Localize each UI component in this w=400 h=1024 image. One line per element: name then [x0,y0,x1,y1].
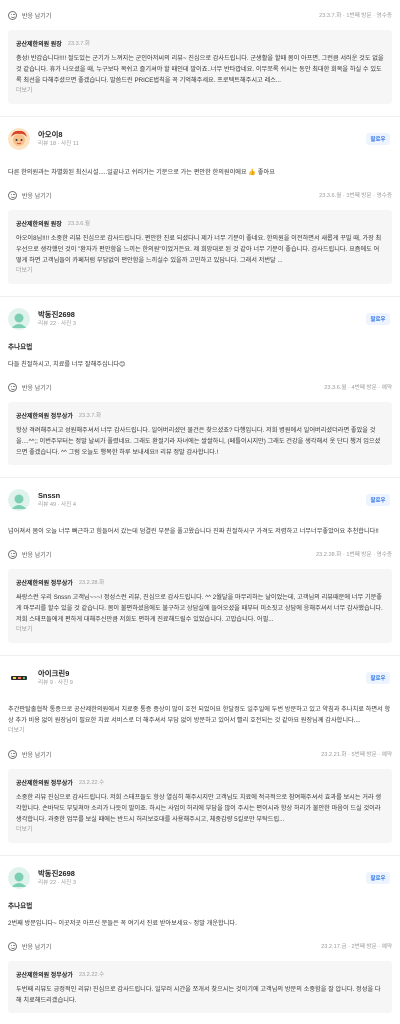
reaction-button[interactable]: 반응 남기기 [8,10,319,20]
reaction-button[interactable]: 반응 남기기 [8,549,316,559]
reviewer-name[interactable]: 박동진2698 [38,869,366,879]
reply-date: 23.2.28.화 [78,580,105,586]
reaction-button[interactable]: 반응 남기기 [8,749,321,759]
avatar-image [8,489,30,511]
reply-owner: 공산제한의원 정무상가 [16,580,73,587]
reaction-button[interactable]: 반응 남기기 [8,941,321,951]
avatar[interactable] [8,308,30,330]
reply-owner: 공산제한의원 원장 [16,41,62,48]
reviewer-name[interactable]: 박동진2698 [38,310,366,320]
reply-date: 23.2.22.수 [78,972,105,978]
reply-more-link[interactable]: 더보기 [16,625,384,636]
reply-owner: 공산제한의원 원장 [16,221,62,228]
treatment-tag: 추나요법 [8,344,33,351]
reaction-label: 반응 남기기 [22,752,52,759]
reaction-label: 반응 남기기 [22,385,52,392]
smile-icon [8,10,17,20]
review-text: 추간판탈출협착 통증으로 공산제한의원에서 치료중 통증 증상이 많이 호전 되… [8,706,391,724]
reply-text: 두번째 리뷰도 긍정적인 리뷰! 진심으로 감사드립니다. 일부러 시간을 쪼개… [16,986,381,1004]
owner-reply: 공산제한의원 정무상가 23.3.7.화 항상 격려해주시고 성원해주셔서 너무… [8,402,392,465]
reaction-label: 반응 남기기 [22,944,52,951]
reviewer-stats: 리뷰 18 · 사진 11 [38,140,79,147]
review-text: 다른 한의원과는 차별화된 최신시설.....일끝나고 쉬러가는 기분으로 가는… [8,169,275,176]
avatar[interactable] [8,667,30,689]
reply-text: 싸랑스런 우리 Snssn 고객님~~~! 정성스런 리뷰, 진심으로 감사드립… [16,594,383,623]
review-item: 박동진2698 리뷰 22 · 사진 3 팔로우 추나요법 다들 친절하시고, … [0,296,400,477]
reply-text: 항상 격려해주시고 성원해주셔서 너무 감사드립니다. 일어버리셨던 물건은 찾… [16,427,381,456]
reaction-button[interactable]: 반응 남기기 [8,382,324,392]
reply-more-link[interactable]: 더보기 [16,266,384,277]
smile-icon [8,549,17,559]
owner-reply: 공산제한의원 원장 23.3.7.화 충성! 반갑습니다!!!! 절도있는 군기… [8,30,392,104]
reply-more-link[interactable]: 더보기 [16,825,384,836]
reply-date: 23.2.22.수 [78,780,105,786]
follow-button[interactable]: 팔로우 [366,313,390,325]
review-item: 아이크린9 리뷰 9 · 사진 9 팔로우 추간판탈출협착 통증으로 공산제한의… [0,655,400,855]
reply-date: 23.3.7.화 [67,41,91,47]
owner-reply: 공산제한의원 정무상가 23.2.22.수 두번째 리뷰도 긍정적인 리뷰! 진… [8,961,392,1013]
visit-info: 23.3.7.화 · 1번째 방문 · 영수증 [319,13,392,19]
reply-text: 소중한 리뷰 진심으로 감사드립니다. 저희 스태프들도 항상 열심히 해주시지… [16,794,382,823]
review-item: 반응 남기기 23.3.7.화 · 1번째 방문 · 영수증 공산제한의원 원장… [0,4,400,116]
smile-icon [8,382,17,392]
smile-icon [8,941,17,951]
avatar[interactable] [8,128,30,150]
reaction-label: 반응 남기기 [22,13,52,20]
reviewer-name[interactable]: 아오이8 [38,130,366,140]
follow-button[interactable]: 팔로우 [366,133,390,145]
treatment-tag: 추나요법 [8,903,33,910]
review-feed: 반응 남기기 23.3.7.화 · 1번째 방문 · 영수증 공산제한의원 원장… [0,0,400,1024]
visit-info: 23.2.28.화 · 1번째 방문 · 영수증 [316,552,392,558]
review-text: 넘어져서 몸이 오늘 너무 뻐근하고 힘들어서 갔는데 덤결린 부분을 풀고왔습… [8,528,379,535]
reviewer-stats: 리뷰 49 · 사진 4 [38,501,76,508]
avatar[interactable] [8,489,30,511]
follow-button[interactable]: 팔로우 [366,672,390,684]
avatar-image [8,128,30,150]
reply-text: 충성! 반갑습니다!!!! 절도있는 군기가 느껴지는 군인아저씨의 리뷰~ 진… [16,55,384,84]
follow-button[interactable]: 팔로우 [366,494,390,506]
reviewer-name[interactable]: Snssn [38,491,366,501]
avatar[interactable] [8,867,30,889]
smile-icon [8,190,17,200]
avatar-image [8,308,30,330]
reply-owner: 공산제한의원 정무상가 [16,413,73,420]
review-item: 박동진2698 리뷰 22 · 사진 3 팔로우 추나요법 2번째 방문입니다~… [0,855,400,1013]
reaction-label: 반응 남기기 [22,193,52,200]
reply-date: 23.3.6.월 [67,221,91,227]
visit-info: 23.3.6.월 · 4번째 방문 · 예약 [324,385,392,391]
reply-date: 23.3.7.화 [78,413,102,419]
review-meta: 반응 남기기 23.3.7.화 · 1번째 방문 · 영수증 [8,4,392,26]
review-more-link[interactable]: 더보기 [8,726,392,737]
follow-button[interactable]: 팔로우 [366,872,390,884]
reviewer-stats: 리뷰 9 · 사진 9 [38,679,73,686]
reply-owner: 공산제한의원 정무상가 [16,780,73,787]
avatar-image [8,667,30,689]
avatar-image [8,867,30,889]
visit-info: 23.2.17.금 · 2번째 방문 · 예약 [321,944,392,950]
reply-more-link[interactable]: 더보기 [16,86,384,97]
owner-reply: 공산제한의원 정무상가 23.2.22.수 소중한 리뷰 진심으로 감사드립니다… [8,769,392,843]
reviewer-stats: 리뷰 22 · 사진 3 [38,879,76,886]
reaction-button[interactable]: 반응 남기기 [8,190,319,200]
reaction-label: 반응 남기기 [22,552,52,559]
reply-owner: 공산제한의원 정무상가 [16,972,73,979]
review-text: 2번째 방문입니다~ 이곳저곳 아프신 분들은 꼭 여기서 진료 받아보세요~ … [8,920,237,927]
review-item: 아오이8 리뷰 18 · 사진 11 팔로우 다른 한의원과는 차별화된 최신시… [0,116,400,296]
review-text: 다들 친절하시고, 치료를 너무 잘해주십니다😊 [8,361,126,368]
reply-text: 아오이8님!!!! 소중한 리뷰 진심으로 감사드립니다. 편안한 진료 되셨다… [16,235,382,264]
owner-reply: 공산제한의원 원장 23.3.6.월 아오이8님!!!! 소중한 리뷰 진심으로… [8,210,392,284]
owner-reply: 공산제한의원 정무상가 23.2.28.화 싸랑스런 우리 Snssn 고객님~… [8,569,392,643]
review-item: Snssn 리뷰 49 · 사진 4 팔로우 넘어져서 몸이 오늘 너무 뻐근하… [0,477,400,655]
reviewer-stats: 리뷰 22 · 사진 3 [38,320,76,327]
reviewer-name[interactable]: 아이크린9 [38,669,366,679]
visit-info: 23.3.6.월 · 3번째 방문 · 영수증 [319,193,392,199]
visit-info: 23.2.21.화 · 5번째 방문 · 예약 [321,752,392,758]
smile-icon [8,749,17,759]
